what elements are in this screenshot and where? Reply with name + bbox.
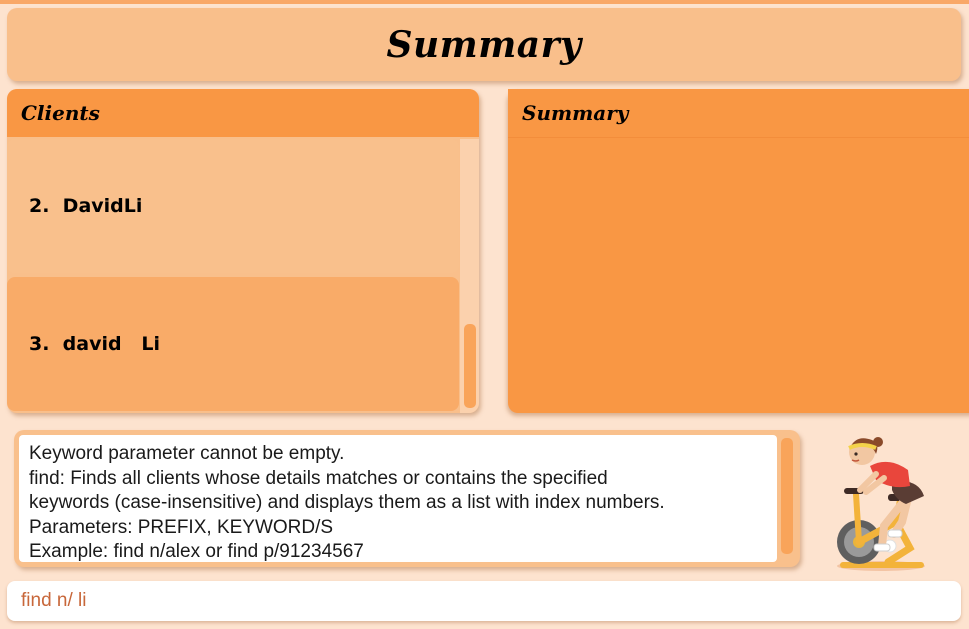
result-line: keywords (case-insensitive) and displays… (29, 492, 665, 513)
client-list-scrollbar-thumb[interactable] (464, 324, 476, 408)
summary-panel-header: Summary (508, 89, 969, 138)
clients-panel-header: Clients (7, 89, 479, 137)
client-name: 2. DavidLi (29, 195, 143, 217)
result-scrollbar-thumb[interactable] (781, 438, 793, 554)
top-strip (0, 0, 969, 4)
command-input-text: find n/ li (21, 590, 87, 611)
client-card[interactable]: 3. david Li (7, 277, 459, 411)
client-name: 3. david Li (29, 333, 161, 355)
command-input[interactable]: find n/ li (7, 581, 961, 621)
result-line: Keyword parameter cannot be empty. (29, 443, 345, 464)
header-panel: Summary (7, 8, 961, 81)
client-list: 2. DavidLi 3. david Li (7, 139, 459, 413)
result-line: find: Finds all clients whose details ma… (29, 467, 608, 489)
clients-panel-title: Clients (21, 101, 100, 125)
result-display[interactable]: Keyword parameter cannot be empty. find:… (19, 435, 777, 562)
cyclist-mascot-icon (826, 430, 936, 575)
summary-panel: Summary (508, 89, 969, 413)
clients-panel: Clients 2. DavidLi 3. david Li (7, 89, 479, 413)
summary-panel-title: Summary (522, 101, 629, 125)
result-line: Example: find n/alex or find p/91234567 (29, 541, 364, 562)
result-panel: Keyword parameter cannot be empty. find:… (14, 430, 800, 567)
page-title: Summary (386, 23, 582, 66)
client-card[interactable]: 2. DavidLi (7, 139, 459, 273)
result-line: Parameters: PREFIX, KEYWORD/S (29, 516, 334, 538)
